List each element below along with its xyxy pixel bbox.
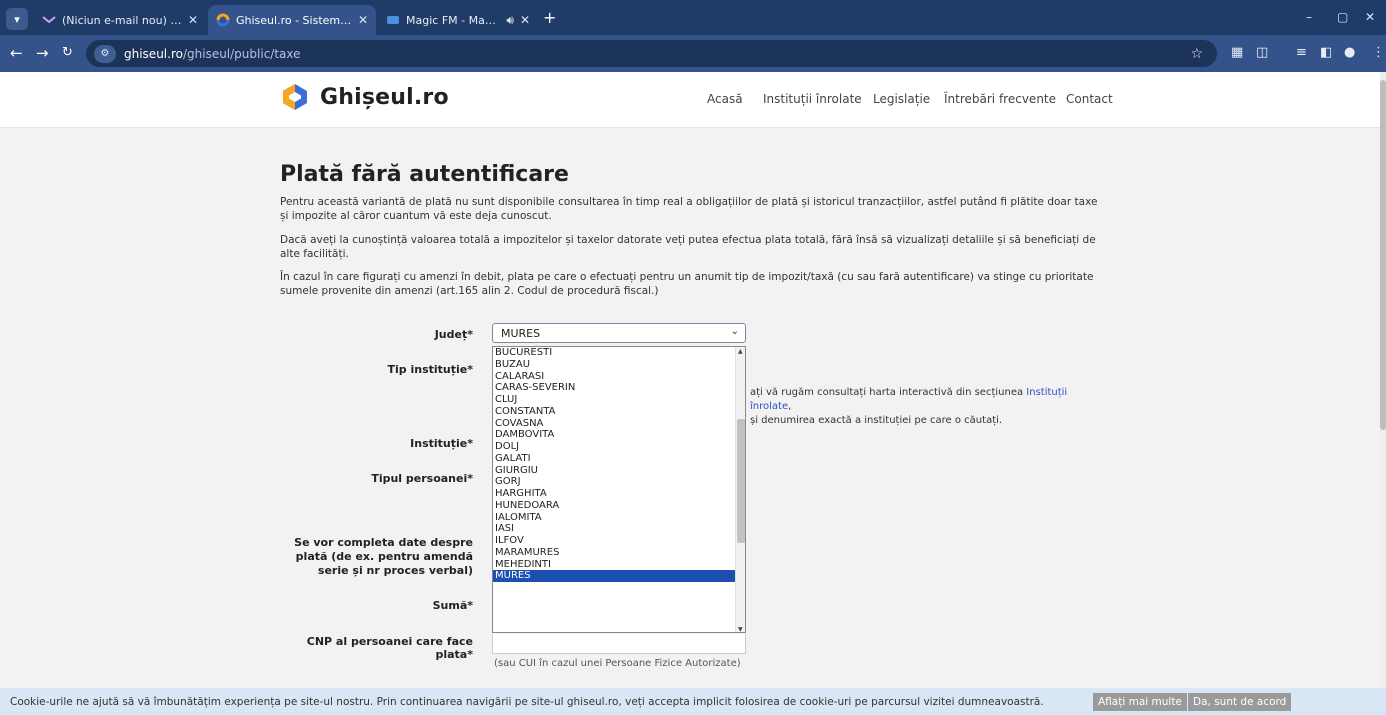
- judet-option[interactable]: MARAMURES: [493, 547, 745, 559]
- tip-institutie-label: Tip instituție*: [387, 363, 474, 376]
- tab-email[interactable]: (Niciun e-mail nou) - ccdmures ✕: [34, 5, 206, 35]
- page-scrollbar[interactable]: [1380, 72, 1386, 715]
- info-paragraph-2: Dacă aveți la cunoștință valoarea totală…: [280, 234, 1096, 260]
- judet-option[interactable]: DOLJ: [493, 441, 745, 453]
- side-panel-icon[interactable]: ◧: [1320, 45, 1332, 60]
- nav-institutii-inrolate[interactable]: Instituții înrolate: [763, 92, 862, 106]
- tab-search-button[interactable]: ▾: [6, 8, 28, 30]
- nav-contact[interactable]: Contact: [1066, 92, 1113, 106]
- judet-option[interactable]: HARGHITA: [493, 488, 745, 500]
- info-paragraph-3: În cazul în care figurați cu amenzi în d…: [280, 271, 1094, 297]
- close-icon[interactable]: ✕: [188, 13, 198, 27]
- url-text: ghiseul.ro/ghiseul/public/taxe: [124, 46, 301, 61]
- ghiseul-logo-icon: [280, 82, 310, 112]
- extensions-icon[interactable]: ◫: [1256, 45, 1268, 60]
- reading-list-icon[interactable]: ≡: [1296, 45, 1307, 60]
- menu-icon[interactable]: ⋮: [1372, 45, 1385, 60]
- address-bar[interactable]: ⚙︎ ghiseul.ro/ghiseul/public/taxe ☆: [86, 40, 1217, 67]
- tab-title: (Niciun e-mail nou) - ccdmures: [62, 13, 182, 27]
- judet-option[interactable]: HUNEDOARA: [493, 500, 745, 512]
- window-close-button[interactable]: ✕: [1365, 10, 1375, 24]
- nav-intrebari-frecvente[interactable]: Întrebări frecvente: [944, 92, 1056, 106]
- judet-option[interactable]: BUZAU: [493, 359, 745, 371]
- judet-option[interactable]: IALOMITA: [493, 512, 745, 524]
- judet-option[interactable]: IASI: [493, 523, 745, 535]
- new-tab-button[interactable]: +: [543, 10, 556, 26]
- accept-cookies-button[interactable]: Da, sunt de acord: [1188, 693, 1292, 711]
- judet-option[interactable]: COVASNA: [493, 418, 745, 430]
- institutie-label: Instituție*: [410, 437, 473, 450]
- site-logo[interactable]: Ghișeul.ro: [280, 82, 449, 112]
- judet-select[interactable]: MURES ⌄: [492, 323, 746, 343]
- reload-icon[interactable]: ↻: [62, 43, 73, 63]
- radio-icon: [386, 13, 400, 27]
- judet-option[interactable]: GALATI: [493, 453, 745, 465]
- web-page: Ghișeul.ro Acasă Instituții înrolate Leg…: [0, 72, 1386, 715]
- back-icon[interactable]: ←: [10, 43, 23, 63]
- nav-acasa[interactable]: Acasă: [707, 92, 743, 106]
- nav-legislatie[interactable]: Legislație: [873, 92, 930, 106]
- forward-icon[interactable]: →: [36, 43, 49, 63]
- tab-magicfm[interactable]: Magic FM - Magic FM Live 🔊︎ ✕: [378, 5, 538, 35]
- judet-option[interactable]: ILFOV: [493, 535, 745, 547]
- institution-hint: ați vă rugăm consultați harta interactiv…: [750, 387, 1068, 426]
- maximize-button[interactable]: ▢: [1337, 10, 1348, 24]
- scroll-down-icon[interactable]: ▼: [738, 626, 743, 632]
- tab-ghiseul[interactable]: Ghiseul.ro - Sistemul National E ✕: [208, 5, 376, 35]
- judet-option[interactable]: DAMBOVITA: [493, 429, 745, 441]
- audio-icon[interactable]: 🔊︎: [506, 13, 514, 28]
- info-paragraph-1: Pentru această variantă de plată nu sunt…: [280, 196, 1098, 222]
- judet-option[interactable]: CALARASI: [493, 371, 745, 383]
- tab-title: Magic FM - Magic FM Live: [406, 13, 501, 27]
- learn-more-button[interactable]: Aflați mai multe: [1093, 693, 1187, 711]
- calculator-icon[interactable]: ▦: [1231, 45, 1243, 60]
- judet-option[interactable]: BUCURESTI: [493, 347, 745, 359]
- cookie-banner: Cookie-urile ne ajută să vă îmbunătățim …: [0, 688, 1386, 715]
- judet-label: Județ*: [434, 328, 473, 341]
- judet-option[interactable]: GORJ: [493, 476, 745, 488]
- tab-title: Ghiseul.ro - Sistemul National E: [236, 13, 352, 27]
- ghiseul-favicon-icon: [216, 13, 230, 27]
- cnp-label: CNP al persoanei care face plata*: [306, 635, 473, 661]
- close-icon[interactable]: ✕: [520, 13, 530, 27]
- scroll-up-icon[interactable]: ▲: [738, 348, 743, 355]
- judet-option[interactable]: GIURGIU: [493, 465, 745, 477]
- chevron-down-icon: ⌄: [730, 326, 739, 337]
- judet-option[interactable]: CLUJ: [493, 394, 745, 406]
- minimize-button[interactable]: –: [1306, 10, 1312, 24]
- logo-text: Ghișeul.ro: [320, 84, 449, 110]
- dropdown-scrollbar[interactable]: ▲ ▼: [735, 347, 745, 632]
- tipul-persoanei-label: Tipul persoanei*: [371, 472, 473, 485]
- close-icon[interactable]: ✕: [358, 13, 368, 27]
- cookie-message: Cookie-urile ne ajută să vă îmbunătățim …: [10, 695, 1044, 708]
- cnp-hint: (sau CUI în cazul unei Persoane Fizice A…: [494, 658, 741, 669]
- judet-dropdown-list[interactable]: BUCURESTI BUZAU CALARASI CARAS-SEVERIN C…: [492, 346, 746, 633]
- profile-icon[interactable]: ●: [1344, 45, 1355, 60]
- judet-option-selected[interactable]: MURES: [493, 570, 745, 582]
- judet-option[interactable]: CARAS-SEVERIN: [493, 382, 745, 394]
- detalii-plata-label: Se vor completa date despre plată (de ex…: [294, 536, 473, 577]
- page-title: Plată fără autentificare: [280, 162, 569, 187]
- site-info-icon[interactable]: ⚙︎: [94, 44, 116, 63]
- suma-label: Sumă*: [432, 599, 473, 612]
- judet-option[interactable]: MEHEDINTI: [493, 559, 745, 571]
- mail-icon: [42, 13, 56, 27]
- cnp-input[interactable]: [492, 634, 746, 654]
- judet-option[interactable]: CONSTANTA: [493, 406, 745, 418]
- bookmark-star-icon[interactable]: ☆: [1190, 46, 1203, 62]
- site-header: Ghișeul.ro Acasă Instituții înrolate Leg…: [0, 72, 1386, 128]
